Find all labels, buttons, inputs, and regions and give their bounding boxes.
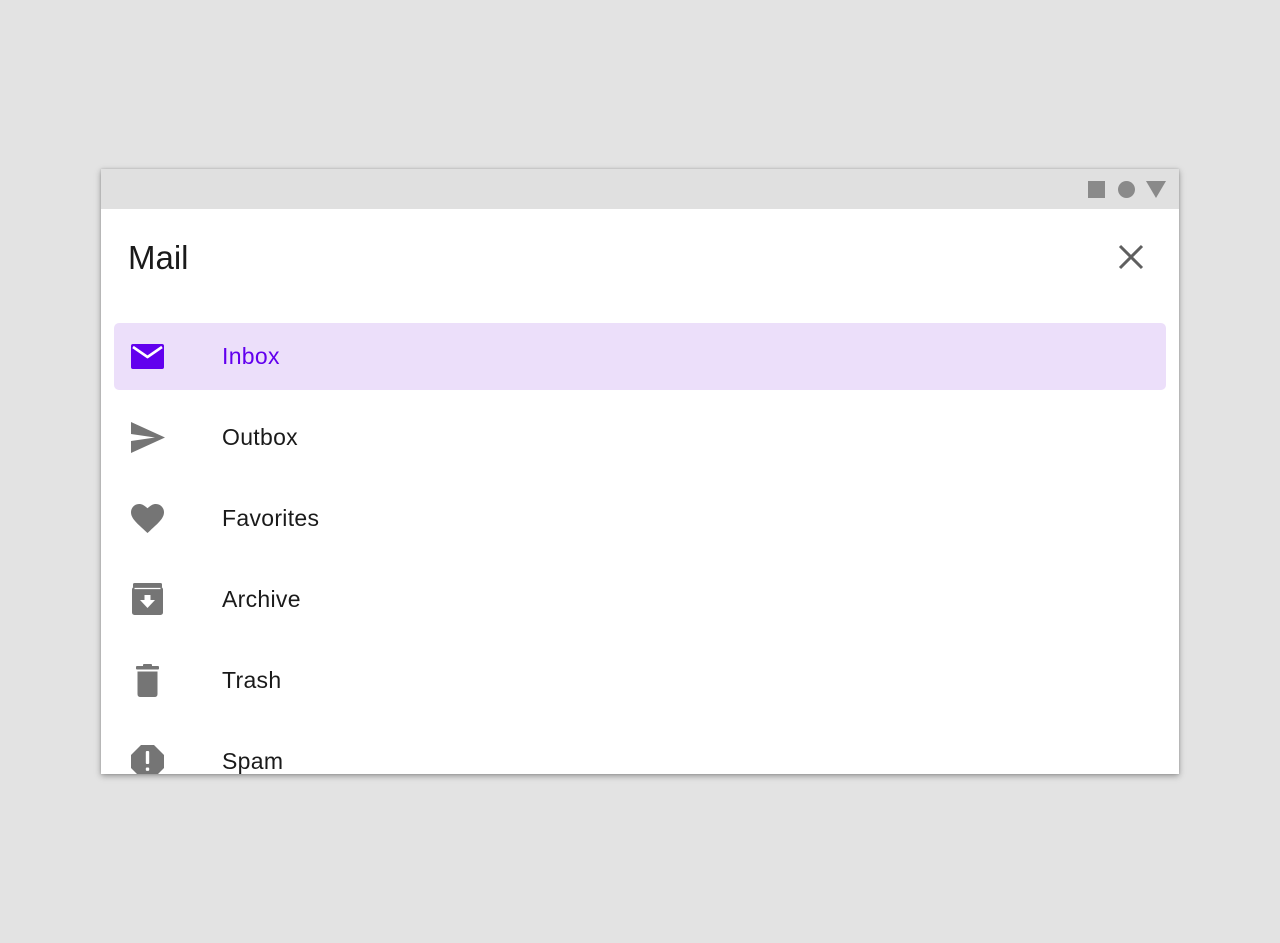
report-icon: [131, 745, 164, 774]
status-bar: [101, 169, 1179, 209]
nav-item-trash[interactable]: Trash: [114, 647, 1166, 714]
triangle-icon: [1146, 181, 1166, 198]
mail-icon: [131, 344, 164, 369]
navigation-drawer-window: Mail Inbox Outbox Favorites Archive Tras…: [101, 169, 1179, 774]
nav-list: Inbox Outbox Favorites Archive Trash Spa…: [114, 323, 1166, 774]
nav-item-label: Outbox: [222, 424, 298, 450]
heart-icon: [131, 504, 164, 533]
nav-item-archive[interactable]: Archive: [114, 566, 1166, 633]
nav-item-inbox[interactable]: Inbox: [114, 323, 1166, 390]
archive-icon: [132, 583, 163, 615]
nav-item-label: Favorites: [222, 505, 320, 531]
close-icon: [1118, 244, 1144, 270]
nav-item-label: Archive: [222, 586, 301, 612]
send-icon: [131, 422, 165, 453]
nav-item-label: Spam: [222, 748, 284, 774]
nav-item-spam[interactable]: Spam: [114, 728, 1166, 774]
square-icon: [1088, 181, 1105, 198]
trash-icon: [136, 664, 159, 697]
circle-icon: [1118, 181, 1135, 198]
nav-item-favorites[interactable]: Favorites: [114, 485, 1166, 552]
nav-item-outbox[interactable]: Outbox: [114, 404, 1166, 471]
close-button[interactable]: [1113, 239, 1149, 275]
nav-item-label: Trash: [222, 667, 282, 693]
drawer-title: Mail: [128, 239, 189, 276]
nav-item-label: Inbox: [222, 343, 280, 369]
